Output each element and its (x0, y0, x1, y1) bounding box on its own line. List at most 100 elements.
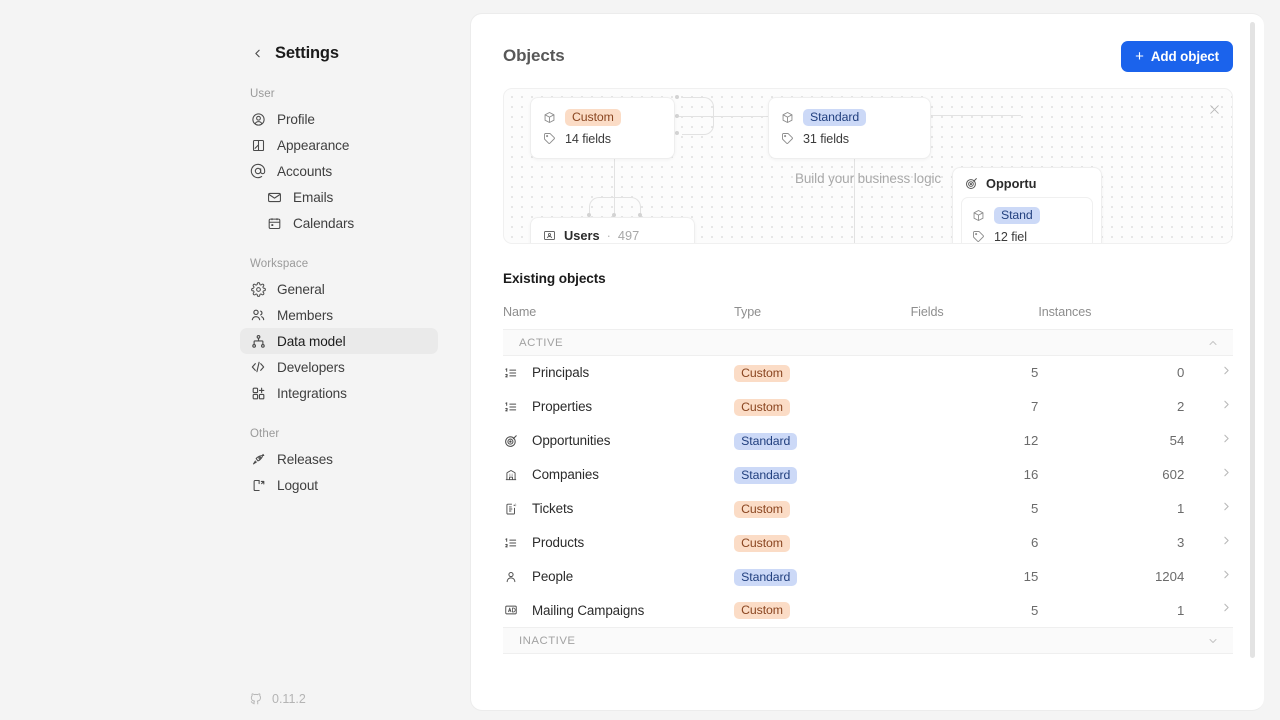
row-arrow-cell (1184, 492, 1233, 526)
row-fields: 5 (1030, 501, 1039, 516)
row-arrow-cell (1184, 424, 1233, 458)
sidebar-item-developers[interactable]: Developers (240, 354, 438, 380)
column-header-instances: Instances (1038, 305, 1092, 319)
sidebar-item-members[interactable]: Members (240, 302, 438, 328)
canvas-node-users[interactable]: Users · 497 (530, 217, 695, 243)
row-type-cell: Standard (734, 424, 910, 458)
group-toggle-active[interactable]: ACTIVE (503, 330, 1233, 355)
chevron-right-icon[interactable] (1220, 568, 1233, 581)
chevron-right-icon[interactable] (1220, 534, 1233, 547)
canvas-node-standard[interactable]: Standard 31 fields (768, 97, 931, 159)
chevron-right-icon[interactable] (1220, 601, 1233, 614)
column-header-fields: Fields (910, 305, 944, 319)
sidebar-item-label: Releases (277, 451, 333, 467)
status-badge: Custom (734, 398, 790, 416)
group-row-active[interactable]: ACTIVE (503, 329, 1233, 356)
sidebar-item-integrations[interactable]: Integrations (240, 380, 438, 406)
main-scrollbar[interactable] (1250, 22, 1255, 658)
chevron-right-icon[interactable] (1220, 500, 1233, 513)
row-type-cell: Standard (734, 458, 910, 492)
connector-dot (675, 131, 679, 135)
sidebar-item-label: Integrations (277, 385, 347, 401)
sidebar-item-general[interactable]: General (240, 276, 438, 302)
row-arrow-cell (1184, 458, 1233, 492)
connector-curve (682, 97, 714, 135)
page-title: Objects (503, 46, 565, 65)
objects-table-head: Name Type Fields Instances (503, 299, 1233, 330)
add-object-button[interactable]: + Add object (1121, 40, 1233, 72)
sidebar-item-accounts[interactable]: Accounts (240, 158, 438, 184)
row-name: Mailing Campaigns (532, 602, 645, 618)
row-name: Principals (532, 365, 590, 381)
status-badge: Standard (734, 432, 798, 450)
node-fields-label: 12 fiel (994, 229, 1027, 244)
group-toggle-inactive[interactable]: INACTIVE (503, 628, 1233, 653)
row-name-cell: Tickets (503, 492, 734, 526)
sidebar-item-label: Logout (277, 477, 318, 493)
node-type-badge: Standard (803, 109, 867, 126)
sidebar-item-label: Data model (277, 333, 346, 349)
sidebar-group-other: Other Releases Logout (240, 428, 438, 498)
version-indicator[interactable]: 0.11.2 (248, 692, 306, 706)
table-row[interactable]: Tickets Custom 5 1 (503, 492, 1233, 526)
sidebar-item-calendars[interactable]: Calendars (240, 210, 438, 236)
row-name-cell: Opportunities (503, 424, 734, 458)
node-opportunities-header: Opportu (953, 168, 1101, 195)
chevron-left-icon[interactable] (250, 46, 264, 60)
close-icon[interactable] (1208, 103, 1222, 117)
sidebar-item-profile[interactable]: Profile (240, 106, 438, 132)
table-row[interactable]: Companies Standard 16 602 (503, 458, 1233, 492)
data-model-canvas[interactable]: Build your business logic Custom 14 fiel… (503, 88, 1233, 244)
row-type-cell: Custom (734, 526, 910, 560)
sidebar-item-label: Calendars (293, 215, 355, 231)
row-instances: 1 (1176, 602, 1185, 618)
node-type-badge: Custom (565, 109, 621, 126)
row-fields: 12 (1023, 433, 1039, 448)
page-header: Objects + Add object (503, 14, 1233, 88)
node-fields-row: 12 fiel (972, 226, 1082, 244)
table-row[interactable]: Principals Custom 5 0 (503, 356, 1233, 390)
settings-title: Settings (275, 43, 339, 62)
objects-table-body: ACTIVE Principals Custom 5 0 Properties … (503, 329, 1233, 654)
chevron-down-icon[interactable] (1207, 635, 1219, 647)
ad-icon (503, 603, 518, 618)
canvas-node-opportunities[interactable]: Opportu Stand 12 fiel (952, 167, 1102, 244)
user-circle-icon (250, 111, 266, 127)
row-fields: 7 (1030, 399, 1039, 414)
chevron-right-icon[interactable] (1220, 432, 1233, 445)
chevron-up-icon[interactable] (1207, 337, 1219, 349)
sidebar-group-label-other: Other (250, 428, 280, 440)
node-fields-label: 31 fields (803, 131, 850, 146)
sidebar-item-data-model[interactable]: Data model (240, 328, 438, 354)
node-opportunities-title: Opportu (986, 176, 1037, 191)
table-row[interactable]: Properties Custom 7 2 (503, 390, 1233, 424)
tag-icon (781, 132, 795, 146)
sidebar-item-releases[interactable]: Releases (240, 446, 438, 472)
cube-icon (781, 111, 795, 125)
table-row[interactable]: Products Custom 6 3 (503, 526, 1233, 560)
plus-icon: + (1135, 47, 1144, 65)
sidebar-item-logout[interactable]: Logout (240, 472, 438, 498)
sidebar-group-label-workspace: Workspace (250, 258, 309, 270)
group-row-inactive[interactable]: INACTIVE (503, 627, 1233, 654)
table-row[interactable]: People Standard 15 1204 (503, 560, 1233, 594)
row-fields: 15 (1023, 569, 1039, 584)
row-name: Properties (532, 399, 593, 414)
node-fields-row: 14 fields (543, 128, 662, 149)
row-instances: 3 (1176, 535, 1185, 550)
table-row[interactable]: Mailing Campaigns Custom 5 1 (503, 594, 1233, 628)
node-opportunities-body: Stand 12 fiel (961, 197, 1093, 244)
chevron-right-icon[interactable] (1220, 466, 1233, 479)
chevron-right-icon[interactable] (1220, 398, 1233, 411)
sidebar-item-emails[interactable]: Emails (240, 184, 438, 210)
canvas-node-custom[interactable]: Custom 14 fields (530, 97, 675, 159)
sidebar-item-appearance[interactable]: Appearance (240, 132, 438, 158)
table-row[interactable]: Opportunities Standard 12 54 (503, 424, 1233, 458)
sidebar-item-label: Developers (277, 359, 345, 375)
node-users-header: Users · 497 (531, 218, 694, 243)
chevron-right-icon[interactable] (1220, 364, 1233, 377)
gear-icon (250, 281, 266, 297)
target-icon (965, 177, 979, 191)
sidebar-group-label-user: User (250, 88, 275, 100)
sidebar-item-label: Emails (293, 189, 334, 205)
